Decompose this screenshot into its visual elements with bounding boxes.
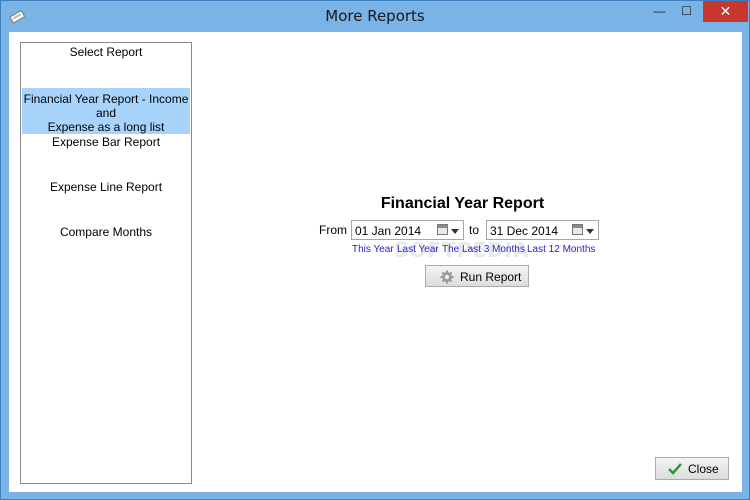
report-list[interactable]: Select Report Financial Year Report - In… — [20, 42, 192, 484]
run-report-button[interactable]: Run Report — [425, 265, 529, 287]
list-item-compare-months[interactable]: Compare Months — [22, 225, 190, 239]
gear-icon — [440, 270, 454, 284]
last-3-months-link[interactable]: The Last 3 Months — [442, 244, 525, 255]
maximize-button[interactable]: ☐ — [673, 1, 700, 22]
close-button-label: Close — [688, 462, 719, 476]
chevron-down-icon[interactable] — [451, 229, 459, 234]
more-reports-window: More Reports — ☐ ✕ Select Report Financi… — [0, 0, 750, 500]
list-item-expense-line-report[interactable]: Expense Line Report — [22, 180, 190, 194]
list-item-expense-bar-report[interactable]: Expense Bar Report — [22, 135, 190, 149]
list-header: Select Report — [69, 45, 143, 59]
list-item-label-line2: Expense as a long list — [47, 120, 165, 134]
from-date-value: 01 Jan 2014 — [355, 224, 422, 238]
page-title: Financial Year Report — [380, 195, 545, 212]
to-label: to — [469, 223, 480, 237]
to-date-value: 31 Dec 2014 — [490, 224, 559, 238]
last-year-link[interactable]: Last Year — [397, 244, 439, 255]
window-title: More Reports — [325, 7, 425, 25]
close-window-button[interactable]: ✕ — [703, 1, 748, 22]
checkmark-icon — [668, 463, 682, 475]
to-date-picker[interactable]: 31 Dec 2014 — [486, 220, 599, 240]
calendar-icon[interactable] — [572, 224, 583, 235]
run-report-label: Run Report — [460, 270, 522, 284]
last-12-months-link[interactable]: Last 12 Months — [527, 244, 595, 255]
title-bar[interactable]: More Reports — ☐ ✕ — [1, 1, 749, 31]
calendar-icon[interactable] — [437, 224, 448, 235]
from-date-picker[interactable]: 01 Jan 2014 — [351, 220, 464, 240]
list-item-financial-year-report[interactable]: Financial Year Report - Income and Expen… — [22, 88, 190, 134]
minimize-button[interactable]: — — [646, 1, 673, 22]
chevron-down-icon[interactable] — [586, 229, 594, 234]
this-year-link[interactable]: This Year — [352, 244, 394, 255]
close-button[interactable]: Close — [655, 457, 729, 480]
list-item-label-line1: Financial Year Report - Income and — [23, 92, 189, 120]
client-area: Select Report Financial Year Report - In… — [9, 32, 742, 492]
from-label: From : — [319, 223, 354, 237]
